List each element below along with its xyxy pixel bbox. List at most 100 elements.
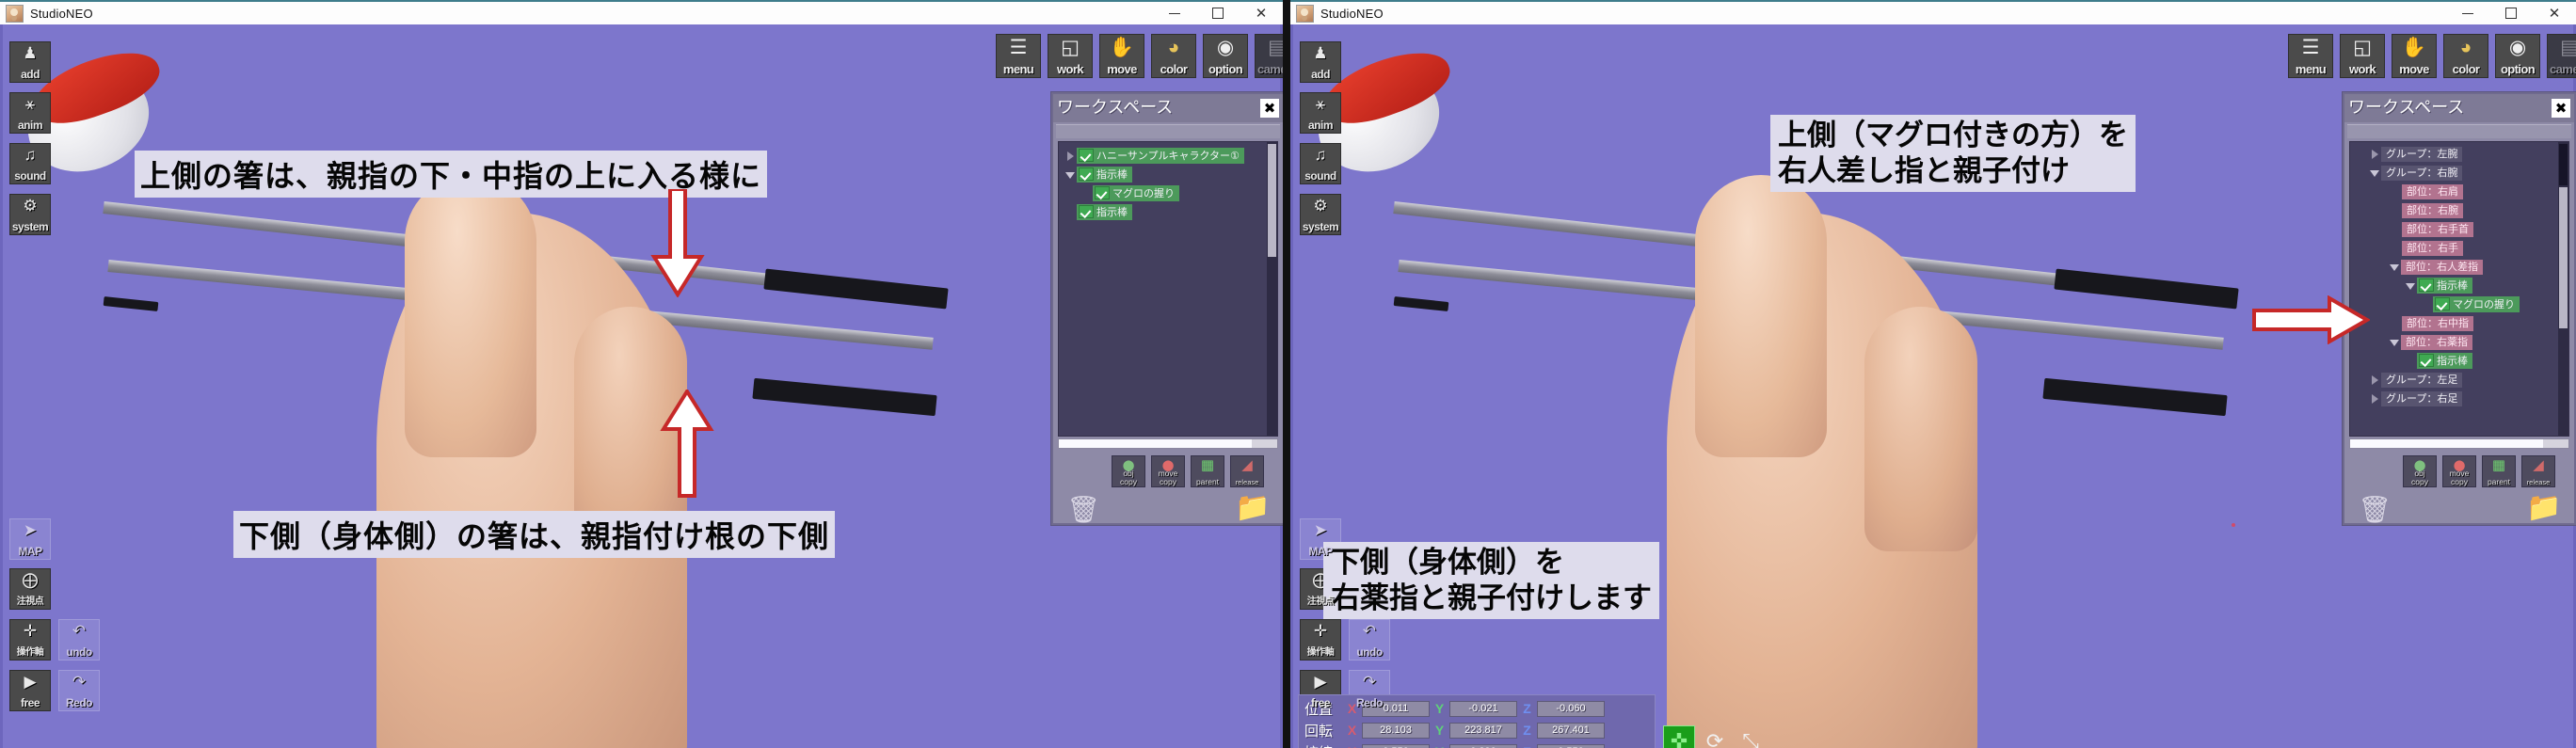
- close-button[interactable]: ✕: [2533, 1, 2576, 25]
- folder-open-icon[interactable]: 📁: [1234, 487, 1272, 527]
- chevron-right-icon[interactable]: [2369, 392, 2381, 405]
- sidebar-item-anim[interactable]: ⚹ anim: [1300, 92, 1341, 134]
- minimize-button[interactable]: [2446, 1, 2489, 25]
- sidebar-item-axis[interactable]: ✛ 操作軸: [9, 619, 51, 660]
- sidebar-item-add[interactable]: ♟ add: [9, 41, 51, 83]
- toolbar-button-work[interactable]: ◱ work: [1048, 34, 1093, 78]
- tree-node[interactable]: 指示棒: [1077, 204, 1132, 220]
- chevron-down-icon[interactable]: [1064, 168, 1077, 181]
- sidebar-item-map[interactable]: ➤ MAP: [9, 518, 51, 560]
- position-z-field[interactable]: -0.060: [1537, 700, 1605, 717]
- viewport-left[interactable]: ♟ add ⚹ anim ♫ sound ⚙ system ➤ MAP ⨁ 注視…: [0, 24, 1283, 748]
- tree-node[interactable]: 指示棒: [1064, 167, 1132, 183]
- rotation-y-field[interactable]: 223.817: [1449, 722, 1517, 739]
- sidebar-item-undo[interactable]: ↶ undo: [58, 619, 100, 660]
- sidebar-item-anim[interactable]: ⚹ anim: [9, 92, 51, 134]
- visibility-checkbox[interactable]: [2419, 354, 2434, 367]
- tree-node[interactable]: グループ：右腕: [2369, 165, 2463, 181]
- chevron-right-icon[interactable]: [2369, 148, 2381, 160]
- maximize-button[interactable]: [1196, 1, 1240, 25]
- toolbar-button-color[interactable]: ◕ color: [2443, 34, 2488, 78]
- close-button[interactable]: ✕: [1240, 1, 1283, 25]
- chevron-down-icon[interactable]: [2369, 167, 2381, 179]
- trash-icon[interactable]: 🗑: [2356, 489, 2393, 529]
- tree-node[interactable]: 部位：右肩: [2402, 183, 2463, 199]
- visibility-checkbox[interactable]: [1095, 186, 1110, 199]
- scale-y-field[interactable]: 0.290: [1449, 743, 1517, 748]
- workspace-tree-left[interactable]: ハニーサンプルキャラクター① 指示棒 マグロの握り 指示棒: [1058, 141, 1278, 437]
- scale-z-field[interactable]: 0.550: [1537, 743, 1605, 748]
- workspace-panel-left[interactable]: ワークスペース ✖ ハニーサンプルキャラクター① 指示棒 マグロの握り 指示棒 …: [1051, 92, 1283, 525]
- position-y-field[interactable]: -0.021: [1449, 700, 1517, 717]
- tree-node[interactable]: マグロの握り: [1093, 185, 1179, 201]
- tree-node[interactable]: 指示棒: [2417, 353, 2472, 369]
- visibility-checkbox[interactable]: [1079, 205, 1094, 218]
- minimize-button[interactable]: [1153, 1, 1196, 25]
- sidebar-item-add[interactable]: ♟ add: [1300, 41, 1341, 83]
- chevron-down-icon[interactable]: [2389, 261, 2401, 273]
- tree-horizontal-scrollbar[interactable]: [1058, 438, 1278, 449]
- scale-x-field[interactable]: 0.550: [1362, 743, 1430, 748]
- sidebar-item-redo[interactable]: ↷ Redo: [58, 670, 100, 711]
- move-copy-button[interactable]: ● move copy: [2442, 455, 2476, 487]
- toolbar-button-move[interactable]: ✋ move: [1099, 34, 1144, 78]
- tree-node[interactable]: 部位：右人差指: [2389, 259, 2483, 275]
- maximize-button[interactable]: [2489, 1, 2533, 25]
- chevron-down-icon[interactable]: [2405, 279, 2417, 292]
- scale-mode-button[interactable]: ⤡: [1735, 725, 1767, 748]
- tree-node[interactable]: マグロの握り: [2433, 296, 2520, 312]
- chevron-right-icon[interactable]: [2369, 374, 2381, 386]
- rotation-x-field[interactable]: 28.103: [1362, 722, 1430, 739]
- trash-icon[interactable]: 🗑: [1064, 489, 1102, 529]
- workspace-close-button[interactable]: ✖: [1260, 99, 1279, 118]
- sidebar-item-system[interactable]: ⚙ system: [1300, 194, 1341, 235]
- tree-node[interactable]: 部位：右手首: [2402, 221, 2473, 237]
- toolbar-button-move[interactable]: ✋ move: [2392, 34, 2437, 78]
- parent-button[interactable]: ▦ parent: [2482, 455, 2516, 487]
- visibility-checkbox[interactable]: [1079, 149, 1094, 162]
- toolbar-button-option[interactable]: ◉ option: [1203, 34, 1248, 78]
- toolbar-button-menu[interactable]: ☰ menu: [996, 34, 1041, 78]
- sidebar-item-undo[interactable]: ↶ undo: [1349, 619, 1390, 660]
- toolbar-button-color[interactable]: ◕ color: [1151, 34, 1196, 78]
- tree-vertical-scrollbar[interactable]: [1267, 142, 1277, 436]
- workspace-tree-right[interactable]: グループ：左腕 グループ：右腕 部位：右肩 部位：右腕 部位：右手首 部位：右手: [2349, 141, 2569, 437]
- rotation-z-field[interactable]: 267.401: [1537, 722, 1605, 739]
- workspace-panel-right[interactable]: ワークスペース ✖ グループ：左腕 グループ：右腕 部位：右肩 部位：右腕 部位…: [2343, 92, 2576, 525]
- sidebar-item-system[interactable]: ⚙ system: [9, 194, 51, 235]
- tree-node[interactable]: グループ：左腕: [2369, 146, 2463, 162]
- visibility-checkbox[interactable]: [1079, 167, 1094, 181]
- rotate-mode-button[interactable]: ⟳: [1699, 725, 1731, 748]
- transform-panel[interactable]: 位置 X 0.011 Y -0.021 Z -0.060 回転 X 28.103…: [1298, 694, 1656, 748]
- tree-node[interactable]: 部位：右薬指: [2389, 334, 2472, 350]
- sidebar-item-axis[interactable]: ✛ 操作軸: [1300, 619, 1341, 660]
- move-copy-button[interactable]: ● move copy: [1151, 455, 1185, 487]
- visibility-checkbox[interactable]: [2419, 279, 2434, 292]
- sidebar-item-sound[interactable]: ♫ sound: [9, 143, 51, 184]
- toolbar-button-camera[interactable]: ▤ camera: [2547, 34, 2576, 78]
- tree-horizontal-scrollbar[interactable]: [2349, 438, 2569, 449]
- workspace-close-button[interactable]: ✖: [2552, 99, 2570, 118]
- tree-node[interactable]: グループ：左足: [2369, 372, 2463, 388]
- parent-button[interactable]: ▦ parent: [1191, 455, 1224, 487]
- toolbar-button-option[interactable]: ◉ option: [2495, 34, 2540, 78]
- tree-node[interactable]: 部位：右手: [2402, 240, 2463, 256]
- release-button[interactable]: ◢ release: [1230, 455, 1264, 487]
- tree-vertical-scrollbar[interactable]: [2558, 142, 2568, 436]
- sidebar-item-focus[interactable]: ⨁ 注視点: [9, 568, 51, 610]
- chevron-down-icon[interactable]: [2389, 336, 2401, 348]
- folder-open-icon[interactable]: 📁: [2525, 487, 2563, 527]
- toolbar-button-camera[interactable]: ▤ camera: [1255, 34, 1283, 78]
- viewport-right[interactable]: ♟ add ⚹ anim ♫ sound ⚙ system ➤ MAP ⨁ 注視…: [1290, 24, 2576, 748]
- sidebar-item-free[interactable]: ▶ free: [9, 670, 51, 711]
- obj-copy-button[interactable]: ● obj copy: [1112, 455, 1145, 487]
- tree-node[interactable]: 部位：右腕: [2402, 202, 2463, 218]
- sidebar-item-sound[interactable]: ♫ sound: [1300, 143, 1341, 184]
- tree-node[interactable]: グループ：右足: [2369, 390, 2463, 406]
- visibility-checkbox[interactable]: [2435, 297, 2450, 310]
- toolbar-button-menu[interactable]: ☰ menu: [2288, 34, 2333, 78]
- tree-node[interactable]: ハニーサンプルキャラクター①: [1064, 148, 1244, 164]
- chevron-right-icon[interactable]: [1064, 150, 1077, 162]
- toolbar-button-work[interactable]: ◱ work: [2340, 34, 2385, 78]
- translate-mode-button[interactable]: ✜: [1663, 725, 1695, 748]
